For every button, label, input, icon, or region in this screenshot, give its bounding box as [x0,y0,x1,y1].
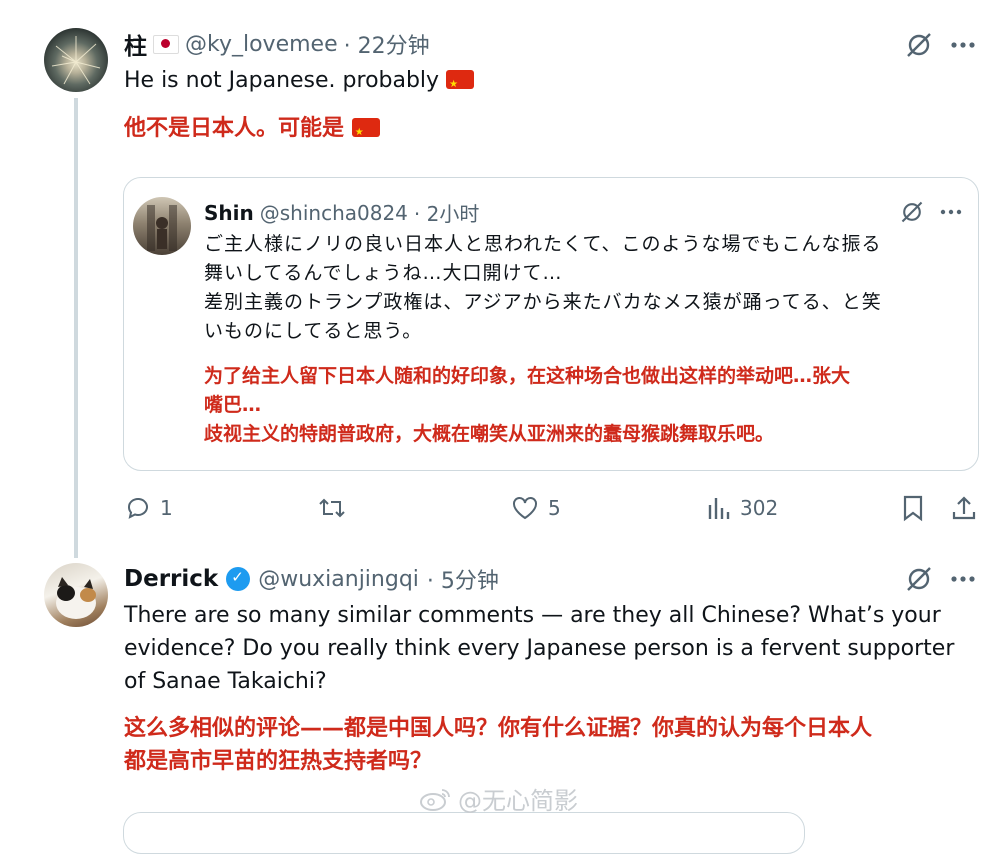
tweet-translation: 这么多相似的评论——都是中国人吗？你有什么证据？你真的认为每个日本人 都是高市早… [124,712,994,778]
cat-photo-icon [56,577,96,619]
translation-line: 都是高市早苗的狂热支持者吗？ [124,749,433,774]
tweet-header: 柱 @ky_lovemee · 22分钟 [124,27,430,61]
more-dots-icon [940,209,962,215]
china-flag-icon [351,116,380,149]
like-button[interactable]: 5 [510,492,561,524]
more-button[interactable] [946,564,980,594]
verified-badge-icon[interactable] [226,567,251,591]
user-handle[interactable]: @wuxianjingqi [258,567,419,592]
sparkler-icon [51,36,101,85]
grok-icon [901,201,923,223]
reply-icon [127,497,148,519]
more-button[interactable] [946,30,980,60]
tweet-text-line: of Sanae Takaichi? [124,669,327,694]
tweet-text-line: evidence? Do you really think every Japa… [124,636,955,661]
quoted-text: ご主人様にノリの良い日本人と思われたくて、このような場でもこんな振る 舞いしてる… [204,230,964,346]
translation-content: 他不是日本人。可能是 [124,116,345,141]
quoted-display-name[interactable]: Shin [204,201,254,225]
reply-button[interactable]: 1 [124,492,173,524]
quoted-handle[interactable]: @shincha0824 [260,201,408,225]
china-flag-icon [446,68,475,101]
views-chart-icon [708,498,730,519]
watermark-text: @无心简影 [458,787,578,815]
quoted-text-line: 舞いしてるんでしょうね…大口開けて… [204,262,563,284]
quoted-translation: 为了给主人留下日本人随和的好印象，在这种场合也做出这样的举动吧…张大 嘴巴… 歧… [204,362,964,449]
reply-count: 1 [160,496,173,520]
weibo-logo-icon [420,788,450,811]
tweet-translation: 他不是日本人。可能是 [124,112,380,149]
share-icon [952,496,976,520]
heart-icon [513,497,537,520]
tweet-text: He is not Japanese. probably [124,64,475,101]
quoted-header: Shin @shincha0824 · 2小时 [204,198,479,227]
tweet-text-line: There are so many similar comments — are… [124,603,941,628]
quoted-translation-line: 为了给主人留下日本人随和的好印象，在这种场合也做出这样的举动吧…张大 [204,365,851,387]
japan-flag-icon [153,34,179,54]
like-count: 5 [548,496,561,520]
bookmark-icon [903,495,923,522]
next-card-edge[interactable] [123,812,805,854]
grok-icon [907,567,931,591]
view-count: 302 [740,496,779,520]
tweet-text: There are so many similar comments — are… [124,599,994,698]
quoted-text-line: いものにしてると思う。 [204,320,423,342]
bookmark-button[interactable] [898,492,928,524]
timestamp[interactable]: · 5分钟 [427,563,499,595]
quoted-translation-line: 歧视主义的特朗普政府，大概在嘲笑从亚洲来的蠢母猴跳舞取乐吧。 [204,423,775,445]
thread-line [74,98,78,558]
repost-icon [319,498,345,518]
timestamp[interactable]: · 22分钟 [344,28,430,60]
grok-icon [907,33,931,57]
quoted-avatar[interactable] [133,197,191,255]
avatar[interactable] [44,28,108,92]
grok-button[interactable] [902,28,936,62]
display-name[interactable]: 柱 [124,27,147,61]
views-button[interactable]: 302 [706,492,778,524]
quoted-tweet-card[interactable]: Shin @shincha0824 · 2小时 ご主人様にノリの良い日本人と思わ… [123,177,979,471]
person-silhouette-icon [147,205,177,251]
avatar[interactable] [44,563,108,627]
tweet-text-content: He is not Japanese. probably [124,68,440,93]
more-dots-icon [951,42,975,48]
quoted-timestamp[interactable]: · 2小时 [414,198,479,227]
user-handle[interactable]: @ky_lovemee [185,32,338,57]
grok-button[interactable] [902,562,936,596]
watermark: @无心简影 [418,781,578,816]
quoted-more-button[interactable] [936,200,966,224]
translation-line: 这么多相似的评论——都是中国人吗？你有什么证据？你真的认为每个日本人 [124,716,873,741]
quoted-text-line: ご主人様にノリの良い日本人と思われたくて、このような場でもこんな振る [204,233,882,255]
tweet-header: Derrick @wuxianjingqi · 5分钟 [124,562,499,596]
quoted-translation-line: 嘴巴… [204,394,262,416]
quoted-text-line: 差別主義のトランプ政権は、アジアから来たバカなメス猿が踊ってる、と笑 [204,291,882,313]
more-dots-icon [951,576,975,582]
repost-button[interactable] [316,492,348,524]
share-button[interactable] [948,492,980,524]
quoted-grok-button[interactable] [898,198,926,226]
display-name[interactable]: Derrick [124,566,218,592]
